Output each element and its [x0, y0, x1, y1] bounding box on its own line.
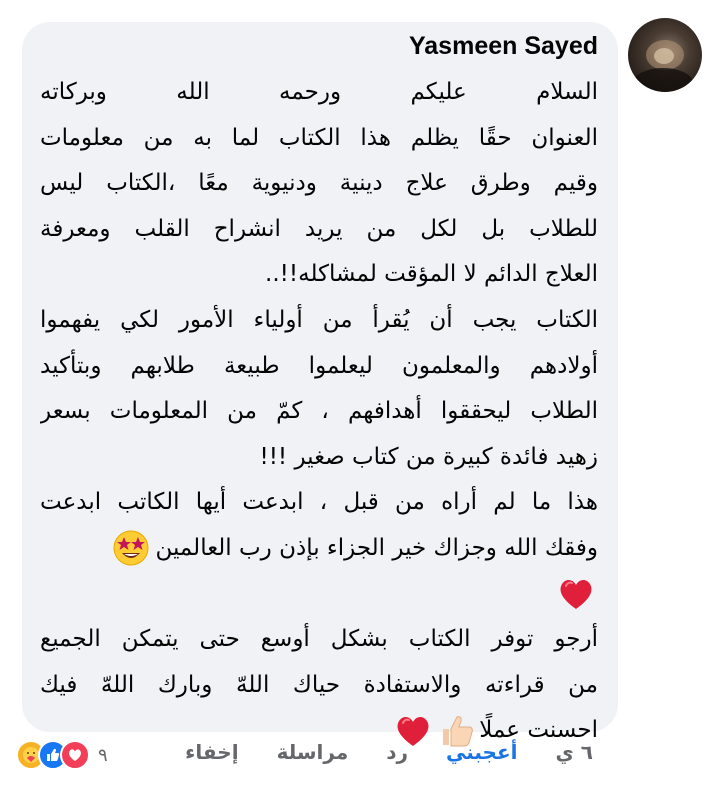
- avatar-highlight-center: [654, 48, 674, 64]
- hide-button[interactable]: إخفاء: [185, 740, 238, 764]
- comment-paragraph-3: هذا ما لم أراه من قبل ، ابدعت أيها الكات…: [40, 480, 598, 617]
- comment-paragraph-2: الكتاب يجب أن يُقرأ من أولياء الأمور لكي…: [40, 298, 598, 480]
- comment-line-emoji: [40, 572, 598, 618]
- reactions-summary[interactable]: ٩: [16, 740, 108, 770]
- comment-line: العلاج الدائم لا المؤقت لمشاكله!!..: [265, 261, 598, 288]
- comment-line: للطلاب بل لكل من يريد انشراح القلب ومعرف…: [40, 215, 598, 242]
- comment-line: من قراءته والاستفادة حياك اللهّ وبارك ال…: [40, 671, 598, 698]
- comment-line-with-emoji: وفقك الله وجزاك خير الجزاء بإذن رب العال…: [40, 526, 598, 572]
- comment-actions: ٦ ي أعجبني رد مراسلة إخفاء: [185, 740, 593, 764]
- comment-line: أولادهم والمعلمون ليعلموا طبيعة طلابهم و…: [40, 352, 598, 379]
- comment-line: العنوان حقًا يظلم هذا الكتاب لما به من م…: [40, 124, 598, 151]
- comment-line: زهيد فائدة كبيرة من كتاب صغير !!!: [259, 443, 598, 470]
- author-avatar[interactable]: [628, 18, 702, 92]
- comment-line-text: وفقك الله وجزاك خير الجزاء بإذن رب العال…: [155, 534, 598, 561]
- comment-line: أرجو توفر الكتاب بشكل أوسع حتى يتمكن الج…: [40, 626, 598, 653]
- comment-paragraph-1: السلام عليكم ورحمه الله وبركاته العنوان …: [40, 70, 598, 298]
- message-button[interactable]: مراسلة: [277, 740, 349, 764]
- comment-bubble: Yasmeen Sayed السلام عليكم ورحمه الله وب…: [22, 22, 618, 747]
- comment-author-name[interactable]: Yasmeen Sayed: [409, 32, 598, 61]
- comment-paragraph-4: أرجو توفر الكتاب بشكل أوسع حتى يتمكن الج…: [40, 617, 598, 754]
- reaction-count: ٩: [98, 744, 108, 766]
- comment-body: السلام عليكم ورحمه الله وبركاته العنوان …: [40, 70, 598, 754]
- comment-line: السلام عليكم ورحمه الله وبركاته: [40, 79, 598, 105]
- red-heart-emoji: [558, 577, 594, 611]
- like-button[interactable]: أعجبني: [446, 740, 518, 764]
- avatar-shadow: [633, 68, 693, 92]
- reply-button[interactable]: رد: [386, 740, 408, 764]
- comment-line: هذا ما لم أراه من قبل ، ابدعت أيها الكات…: [40, 489, 598, 516]
- comment-line: الكتاب يجب أن يُقرأ من أولياء الأمور لكي…: [40, 306, 598, 333]
- comment-timestamp[interactable]: ٦ ي: [555, 740, 593, 764]
- comment-line: الطلاب ليحققوا أهدافهم ، كمّ من المعلوما…: [40, 398, 598, 425]
- love-reaction-icon: [60, 740, 90, 770]
- comment-line: وقيم وطرق علاج دينية ودنيوية معًا ،الكتا…: [40, 170, 598, 197]
- star-struck-emoji: [113, 530, 149, 566]
